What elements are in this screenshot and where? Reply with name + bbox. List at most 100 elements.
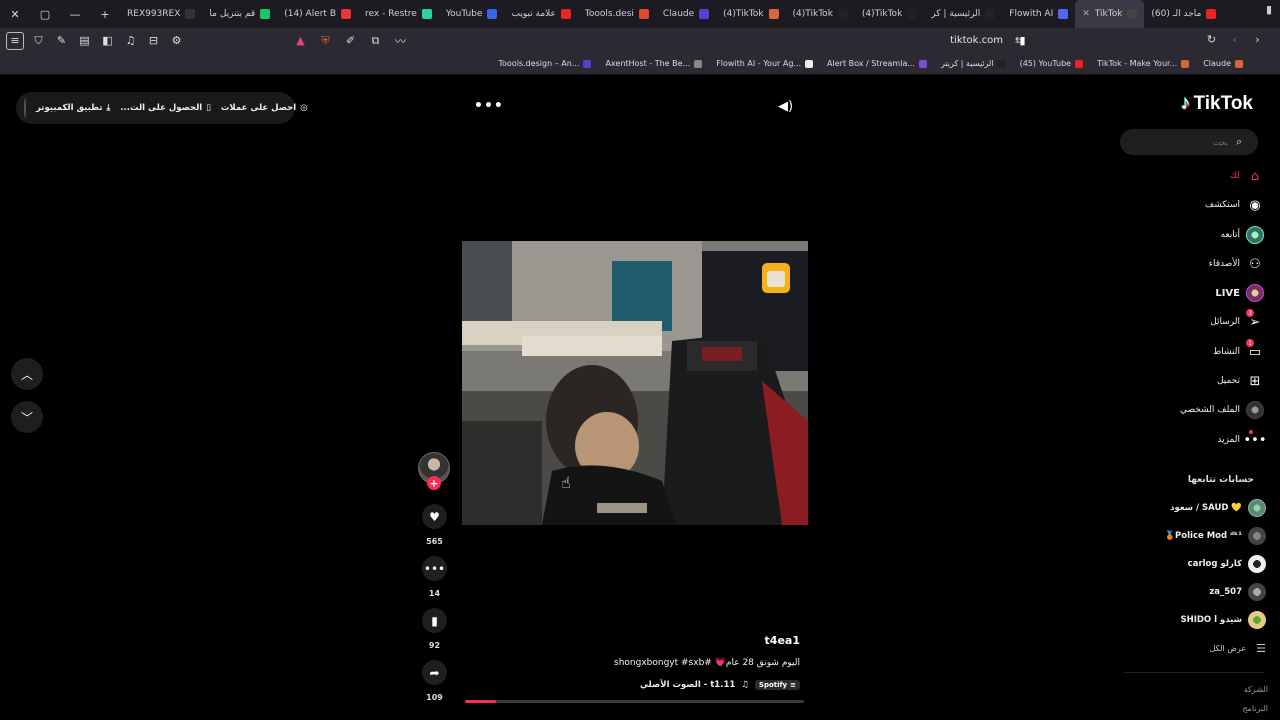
nav-more[interactable]: المزيد ••• [1217, 429, 1267, 451]
video-player[interactable] [462, 241, 808, 525]
bookmark-item[interactable]: AxentHost - The Be... [598, 59, 709, 68]
nav-activity[interactable]: النشاط ▭ 1 [1213, 339, 1264, 363]
music-icon[interactable]: ♫ [122, 32, 139, 49]
get-coins-button[interactable]: ◎ احصل على عملات [221, 103, 308, 113]
shield-icon[interactable]: ⛉ [30, 32, 47, 49]
nav-explore[interactable]: استكشف ◉ [1205, 194, 1264, 216]
sidebar-menu-icon[interactable]: ≡ [6, 31, 24, 50]
following-account[interactable]: za_507 [1209, 581, 1266, 603]
settings-icon[interactable]: ⚙ [168, 32, 185, 49]
nav-friends[interactable]: الأصدقاء ⚇ [1209, 253, 1264, 275]
music-row[interactable]: الصوت الأصلي - t1.11 ♫ Spotify ≡ [640, 680, 800, 690]
browser-tab[interactable]: (4)TikTok [786, 0, 855, 28]
desktop-app-button[interactable]: ⤓ تطبيق الكمبيوتر [36, 103, 110, 113]
tab-favicon-icon [768, 9, 779, 19]
comment-button[interactable]: ••• [422, 556, 447, 581]
browser-tab[interactable]: rex - Restre [358, 0, 439, 28]
reader-icon[interactable]: 〰 [392, 32, 409, 49]
nav-for-you[interactable]: لك ⌂ [1230, 165, 1264, 187]
share-button[interactable]: ➦ [422, 660, 447, 685]
footer-program-link[interactable]: البرنامج [1242, 704, 1268, 713]
bookmark-item[interactable]: Claude [1196, 59, 1250, 68]
pin-icon[interactable]: ✎ [53, 32, 70, 49]
bookmark-item[interactable]: Toools.design – An... [491, 59, 598, 68]
like-button[interactable]: ♥ [422, 504, 447, 529]
browser-tab[interactable]: الرئيسية | كر [924, 0, 1002, 28]
share-count: 109 [426, 693, 443, 702]
browser-tab[interactable]: ✕ TikTok [1075, 0, 1145, 28]
back-icon[interactable]: ‹ [1226, 31, 1243, 48]
bookmark-item[interactable]: TikTok - Make Your... [1090, 59, 1196, 68]
workspace-icon[interactable]: ⊟ [145, 32, 162, 49]
video-caption: اليوم شونق 28 عام💗 #shongxbongyt #sxb [614, 658, 800, 668]
footer-company-link[interactable]: الشركة [1244, 685, 1268, 694]
nav-label: تحميل [1216, 376, 1240, 386]
video-progress-bar[interactable] [465, 700, 804, 703]
browser-tab[interactable]: (4)TikTok [855, 0, 924, 28]
navigation-buttons: ↻ ‹ › [1203, 31, 1266, 48]
save-button[interactable]: ▮ [422, 608, 447, 633]
spotify-icon: ≡ [790, 681, 796, 689]
close-tab-icon[interactable]: ✕ [1082, 9, 1090, 19]
reload-icon[interactable]: ↻ [1203, 31, 1220, 48]
browser-tab[interactable]: Toools.desi [578, 0, 656, 28]
edit-icon[interactable]: ✐ [342, 32, 359, 49]
more-options-icon[interactable]: ••• [474, 98, 504, 114]
following-account[interactable]: 🥉Police Mod ᵈᵏ¹ [1164, 525, 1266, 547]
user-avatar[interactable] [24, 98, 26, 118]
coin-icon: ◎ [300, 103, 308, 113]
browser-tab[interactable]: (4)TikTok [716, 0, 785, 28]
nav-messages[interactable]: الرسائل ➢ 3 [1210, 309, 1264, 333]
search-icon[interactable]: ⌕ [1236, 135, 1242, 149]
bookmark-label: Alert Box / Streamla... [827, 59, 915, 68]
nav-upload[interactable]: تحميل ⊞ [1217, 370, 1264, 392]
nav-following[interactable]: أتابعه [1221, 224, 1264, 246]
spotify-chip[interactable]: Spotify ≡ [754, 680, 800, 690]
screenshot-icon[interactable]: ⧉ [367, 32, 384, 49]
nav-live[interactable]: LIVE [1215, 282, 1264, 304]
nav-label: الملف الشخصي [1180, 405, 1240, 415]
browser-tab[interactable]: Flowith AI [1002, 0, 1075, 28]
browser-tab[interactable]: YouTube [439, 0, 505, 28]
bookmarks-overflow-icon[interactable]: ▮ [1266, 3, 1272, 16]
search-input[interactable] [1128, 137, 1228, 147]
minimize-window-icon[interactable]: — [60, 0, 90, 28]
download-icon: ⤓ [106, 103, 111, 113]
video-author[interactable]: t4ea1 [765, 634, 800, 647]
bookmark-item[interactable]: الرئيسية | كريتر [934, 59, 1013, 68]
following-account[interactable]: carlog كارلو [1188, 553, 1266, 575]
search-box[interactable]: ⌕ [1120, 129, 1258, 155]
tiktok-logo[interactable]: ♪ TikTok [1181, 92, 1253, 115]
see-all-button[interactable]: عرض الكل ☰ [1210, 642, 1266, 655]
forward-icon[interactable]: › [1249, 31, 1266, 48]
close-window-icon[interactable]: ✕ [0, 0, 30, 28]
browser-tab[interactable]: علامة تبويب [504, 0, 577, 28]
volume-icon[interactable]: ◀) [778, 99, 793, 114]
browser-tab[interactable]: REX993REX [120, 0, 202, 28]
new-tab-button[interactable]: + [90, 0, 120, 28]
following-account[interactable]: SHIDO l شيدو [1180, 609, 1266, 631]
bookmark-item[interactable]: Alert Box / Streamla... [820, 59, 934, 68]
follow-plus-icon[interactable]: + [427, 476, 441, 490]
get-app-button[interactable]: ▯ الحصول على الت... [120, 103, 211, 113]
bookmark-item[interactable]: (45) YouTube [1013, 59, 1091, 68]
brave-shield-icon[interactable]: ⛨ [317, 32, 334, 49]
next-video-button[interactable]: ﹀ [11, 401, 43, 433]
browser-tab[interactable]: قم بتنزيل ما [202, 0, 277, 28]
bookmark-item[interactable]: Flowith AI - Your Ag... [709, 59, 820, 68]
share-arrow-icon: ➦ [429, 665, 440, 680]
browser-tab[interactable]: (14) Alert B [277, 0, 358, 28]
tabs-icon[interactable]: ▤ [76, 32, 93, 49]
previous-video-button[interactable]: ︿ [11, 358, 43, 390]
nav-profile[interactable]: الملف الشخصي [1180, 399, 1264, 421]
sidebar-divider [1124, 672, 1264, 673]
sidebar-icon[interactable]: ◧ [99, 32, 116, 49]
bookmark-label: Flowith AI - Your Ag... [716, 59, 802, 68]
bookmark-star-icon[interactable]: ▮ [1014, 32, 1031, 49]
maximize-window-icon[interactable]: ▢ [30, 0, 60, 28]
browser-tab[interactable]: Claude [656, 0, 716, 28]
hand-cursor-icon: ☝ [561, 473, 571, 492]
following-account[interactable]: سعود / SAUD 💛 [1170, 497, 1266, 519]
browser-tab[interactable]: (60) ماجد الـ [1144, 0, 1223, 28]
extension-triangle-icon[interactable]: ▲ [292, 32, 309, 49]
